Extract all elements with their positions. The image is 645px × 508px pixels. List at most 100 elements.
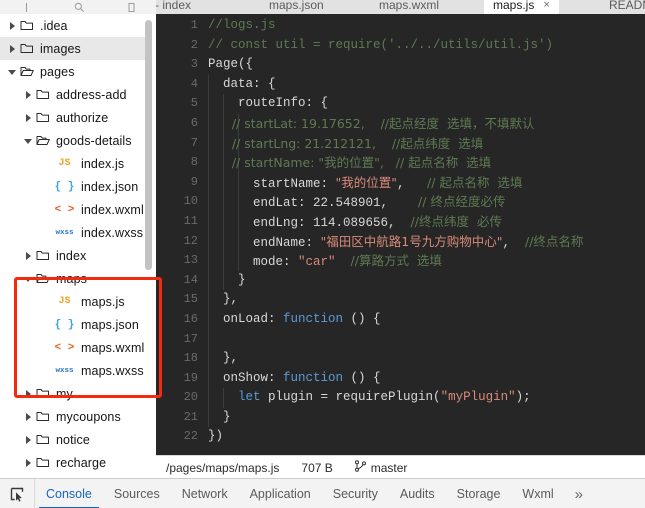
editor-tab-label: maps.wxml	[379, 0, 440, 12]
code-line: 12 endName: "福田区中航路1号九方购物中心", //终点名称	[156, 231, 645, 252]
editor-tab-maps-wxml[interactable]: maps.wxml	[370, 0, 448, 14]
devtools-tabs[interactable]: Console Sources Network Application Security…	[35, 479, 565, 508]
disclosure-triangle-closed-icon[interactable]	[8, 21, 17, 30]
devtools-tab-audits[interactable]: Audits	[389, 479, 446, 508]
code-line: 16 onLoad: function () {	[156, 309, 645, 330]
devtools-tab-console[interactable]: Console	[35, 479, 103, 508]
devtools-tab-security[interactable]: Security	[322, 479, 389, 508]
file-tree-item-index-json[interactable]: { } index.json	[0, 175, 150, 198]
editor-tab-readme[interactable]: README	[600, 0, 645, 14]
file-tree-item-label: maps.json	[81, 317, 139, 332]
devtools-tab-network[interactable]: Network	[171, 479, 239, 508]
devtools-panel-bar: Console Sources Network Application Security…	[0, 478, 645, 508]
devtools-tab-wxml[interactable]: Wxml	[511, 479, 564, 508]
disclosure-triangle-closed-icon[interactable]	[24, 435, 33, 444]
status-git-branch[interactable]: master	[354, 460, 408, 475]
line-number: 8	[190, 155, 198, 170]
file-tree-item-maps-wxml[interactable]: < > maps.wxml	[0, 336, 150, 359]
file-tree-item-label: mycoupons	[56, 409, 121, 424]
file-tree-item-index-wxml[interactable]: < > index.wxml	[0, 198, 150, 221]
editor-tab-maps-json[interactable]: maps.json	[260, 0, 333, 14]
file-tree-item-mycoupons[interactable]: mycoupons	[0, 405, 150, 428]
search-icon[interactable]	[74, 2, 85, 13]
panel-icon[interactable]	[128, 2, 135, 12]
editor-tab-maps-js[interactable]: maps.js ×	[484, 0, 559, 14]
file-type-json-icon: { }	[54, 180, 75, 193]
project-file-tree[interactable]: .idea images pages address-add authorize good…	[0, 14, 157, 478]
disclosure-triangle-closed-icon[interactable]	[24, 389, 33, 398]
disclosure-triangle-closed-icon[interactable]	[24, 90, 33, 99]
file-tree-item--idea[interactable]: .idea	[0, 14, 150, 37]
code-editor[interactable]: 1 //logs.js 2 // const util = require('../.…	[156, 14, 645, 455]
file-tree-item-index-wxss[interactable]: wxss index.wxss	[0, 221, 150, 244]
folder-open-icon	[36, 134, 51, 147]
devtools-tab-sources[interactable]: Sources	[103, 479, 171, 508]
disclosure-triangle-closed-icon[interactable]	[24, 412, 33, 421]
line-number: 15	[183, 292, 198, 307]
file-tree-item-index-js[interactable]: JS index.js	[0, 152, 150, 175]
code-token-cmt: //终点纬度 必传	[410, 213, 502, 229]
editor-tab-bar[interactable]: ml - index maps.json maps.wxml maps.js × READ…	[156, 0, 645, 15]
list-icon[interactable]	[22, 2, 31, 12]
file-tree-item-address-add[interactable]: address-add	[0, 83, 150, 106]
folder-icon	[36, 111, 51, 124]
disclosure-triangle-closed-icon[interactable]	[24, 251, 33, 260]
code-line-text: // startName: "我的位置", // 起点名称 选填	[208, 153, 491, 175]
code-token-str: "car"	[298, 255, 336, 270]
file-tree-item-maps-json[interactable]: { } maps.json	[0, 313, 150, 336]
code-token-kw: let	[238, 390, 261, 405]
file-tree-item-label: pages	[40, 64, 75, 79]
disclosure-triangle-open-icon[interactable]	[24, 136, 33, 145]
devtools-more-button[interactable]: »	[565, 479, 593, 508]
line-number: 16	[183, 311, 198, 326]
code-token-plain: },	[208, 292, 239, 307]
code-line-text: mode: "car" //算路方式 选填	[208, 251, 442, 273]
code-token-cmt: // startLat: 19.17652, //起点经度 选填，不填默认	[208, 115, 535, 131]
code-line: 15 },	[156, 290, 645, 310]
line-number: 17	[183, 331, 198, 346]
git-branch-label: master	[370, 460, 408, 475]
sidebar-scrollbar-track[interactable]	[145, 16, 154, 454]
disclosure-triangle-closed-icon[interactable]	[24, 458, 33, 467]
code-token-plain: Page({	[208, 57, 254, 72]
line-number: 19	[183, 370, 198, 385]
file-tree-item-images[interactable]: images	[0, 37, 150, 60]
folder-icon	[36, 410, 51, 423]
folder-icon	[20, 42, 35, 55]
file-tree-item-label: authorize	[56, 110, 109, 125]
file-tree-item-my[interactable]: my	[0, 382, 150, 405]
sidebar-toolbar	[0, 0, 156, 15]
file-tree-item-maps-js[interactable]: JS maps.js	[0, 290, 150, 313]
editor-tab-ml-index[interactable]: ml - index	[156, 0, 200, 14]
disclosure-triangle-open-icon[interactable]	[24, 274, 33, 283]
file-tree-item-authorize[interactable]: authorize	[0, 106, 150, 129]
code-line-text: data: {	[208, 75, 276, 95]
disclosure-triangle-closed-icon[interactable]	[8, 44, 17, 53]
disclosure-triangle-closed-icon[interactable]	[24, 113, 33, 122]
devtools-tab-label: Audits	[399, 487, 435, 501]
file-tree-item-maps-wxss[interactable]: wxss maps.wxss	[0, 359, 150, 382]
file-tree-item-maps[interactable]: maps	[0, 267, 150, 290]
devtools-tab-storage[interactable]: Storage	[446, 479, 512, 508]
code-line-text: let plugin = requirePlugin("myPlugin");	[208, 388, 531, 408]
sidebar-scrollbar-thumb[interactable]	[145, 20, 152, 270]
file-tree-item-index[interactable]: index	[0, 244, 150, 267]
code-line-text: },	[208, 349, 238, 369]
file-tree-item-goods-details[interactable]: goods-details	[0, 129, 150, 152]
file-tree-item-recharge[interactable]: recharge	[0, 451, 150, 474]
editor-tab-label: ml - index	[156, 0, 192, 12]
inspect-element-icon[interactable]	[0, 479, 35, 508]
close-icon[interactable]: ×	[543, 0, 549, 11]
file-tree-item-pages[interactable]: pages	[0, 60, 150, 83]
devtools-tab-label: Application	[249, 487, 311, 501]
devtools-tab-application[interactable]: Application	[239, 479, 322, 508]
line-number: 21	[183, 409, 198, 424]
file-tree-item-label: index.wxss	[81, 225, 144, 240]
line-number: 4	[190, 76, 198, 91]
code-token-plain: endLng: 114.089656,	[208, 215, 411, 230]
disclosure-triangle-open-icon[interactable]	[8, 67, 17, 76]
file-tree-item-notice[interactable]: notice	[0, 428, 150, 451]
file-tree-item-label: maps.wxss	[81, 363, 144, 378]
